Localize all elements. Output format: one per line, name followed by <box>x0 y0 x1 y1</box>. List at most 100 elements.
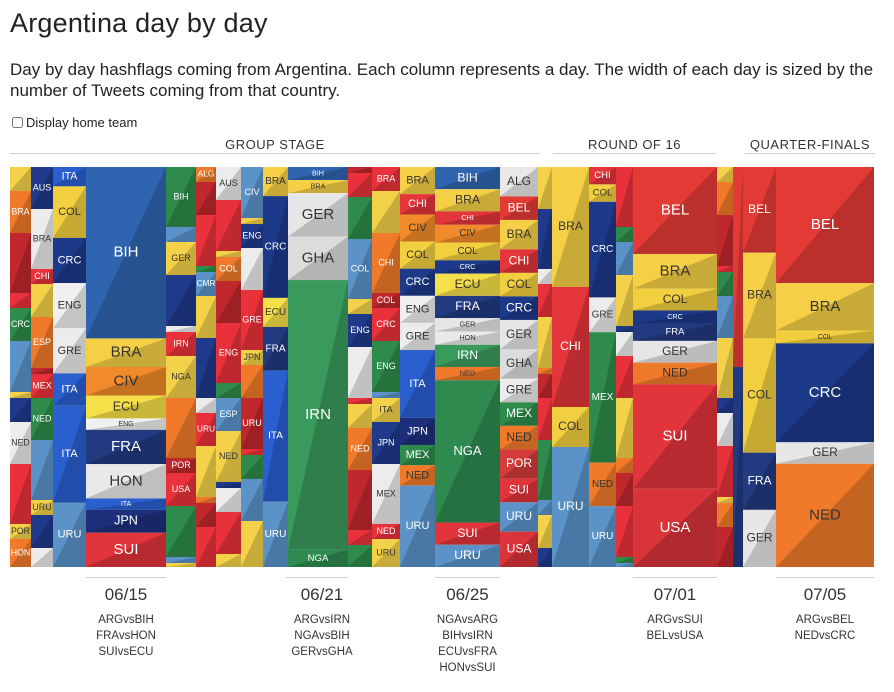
segment-label: COL <box>58 206 81 218</box>
match-label: ARGvsIRN <box>293 614 351 626</box>
match-label: BELvsUSA <box>646 630 704 642</box>
date-group-0625: 06/25 NGAvsARG BIHvsIRN ECUvsFRA HONvsSU… <box>430 585 505 676</box>
segment-label: BEL <box>661 201 689 218</box>
segment-label: POR <box>171 460 191 470</box>
match-label: ARGvsSUI <box>647 614 703 626</box>
match-label: ARGvsBIH <box>98 614 154 626</box>
segment-label: POR <box>11 526 30 536</box>
segment-label: NED <box>350 443 370 453</box>
date-divider <box>286 577 348 578</box>
date-group-0615: 06/15 ARGvsBIH FRAvsHON SUIvsECU <box>86 585 166 660</box>
segment-label: NED <box>506 430 532 444</box>
segment-label: CRC <box>11 319 31 329</box>
segment-label: ITA <box>409 378 426 390</box>
segment-label: GER <box>460 320 476 329</box>
segment-label: ITA <box>62 170 79 182</box>
segment-label: COL <box>593 188 613 199</box>
segment-label: GRE <box>242 314 262 324</box>
segment-label: MEX <box>506 406 532 420</box>
segment-label: BRA <box>11 206 29 216</box>
segment-label: COL <box>406 249 429 261</box>
segment-label: COL <box>377 295 396 305</box>
segment-label: ENG <box>118 421 133 428</box>
segment-label: BRA <box>111 344 142 361</box>
segment-label: CIV <box>244 187 259 197</box>
segment-label: BEL <box>811 216 839 233</box>
segment-label: CRC <box>809 384 842 401</box>
segment-label: CRC <box>667 313 683 321</box>
segment-label: COL <box>747 388 772 402</box>
segment-label: MEX <box>32 380 52 390</box>
segment-label: CHI <box>461 213 474 222</box>
segment-label: ECU <box>455 277 481 291</box>
segment-label: URU <box>506 509 532 523</box>
segment-label: BIH <box>457 170 477 184</box>
segment-label: BIH <box>312 169 324 177</box>
segment-label: GRE <box>58 345 82 357</box>
segment-label: BRA <box>660 262 691 279</box>
segment-label: CHI <box>34 271 50 281</box>
date-group-0705: 07/05 ARGvsBEL NEDvsCRC <box>776 585 874 644</box>
segment-label: URU <box>592 531 614 542</box>
segment-label: ENG <box>406 303 430 315</box>
segment-label: BRA <box>377 173 396 183</box>
segment-label: BRA <box>455 193 481 207</box>
segment-label: JPN <box>407 425 428 437</box>
segment-label: CRC <box>406 276 430 288</box>
segment-label: CRC <box>376 319 396 329</box>
segment-label: URU <box>32 502 52 512</box>
segment-label: HON <box>459 333 475 342</box>
segment-label: CRC <box>265 242 287 253</box>
segment-label: ALG <box>198 169 215 179</box>
segment-label: URU <box>454 548 480 562</box>
segment-label: GHA <box>506 356 532 370</box>
match-label: FRAvsHON <box>96 630 156 642</box>
segment-label: COL <box>818 333 833 341</box>
segment-label: IRN <box>457 348 478 362</box>
match-label: ARGvsBEL <box>795 614 855 626</box>
segment-label: SUI <box>509 483 529 497</box>
segment-label: URU <box>242 418 262 428</box>
segment-label: BRA <box>311 182 326 190</box>
segment-label: USA <box>507 542 532 556</box>
segment-label: ITA <box>268 431 283 442</box>
segment-label: FRA <box>748 473 772 487</box>
segment-label: BRA <box>507 227 532 241</box>
date-divider <box>86 577 166 578</box>
segment-label: COL <box>457 246 478 257</box>
segment-label: NGA <box>171 371 191 381</box>
match-label: HONvsSUI <box>439 662 496 674</box>
segment-label: FRA <box>266 343 286 354</box>
date-group-0621: 06/21 ARGvsIRN NGAvsBIH GERvsGHA <box>286 585 358 660</box>
segment-label: CHI <box>378 257 394 267</box>
segment-label: POR <box>506 456 532 470</box>
segment-label: URU <box>58 529 82 541</box>
segment-label: NED <box>376 526 396 536</box>
segment-label: FRA <box>455 299 480 313</box>
match-label: NGAvsARG <box>436 614 499 626</box>
segment-label: IRN <box>305 406 331 423</box>
segment-label: USA <box>660 519 691 536</box>
segment-label: BRA <box>747 288 772 302</box>
segment-label: BRA <box>33 233 52 243</box>
segment-label: ITA <box>61 448 78 460</box>
segment-label: BIH <box>113 244 138 261</box>
segment-label: CRC <box>58 254 82 266</box>
segment-label: FRA <box>111 438 141 455</box>
segment-label: BEL <box>508 200 531 214</box>
segment-label: FRA <box>665 327 685 338</box>
segment-label: COL <box>558 419 583 433</box>
segment-label: NED <box>219 451 239 461</box>
match-label: NEDvsCRC <box>794 630 856 642</box>
segment-label: ENG <box>242 230 262 240</box>
segment-label: CMR <box>196 278 215 288</box>
segment-label: AUS <box>219 178 238 188</box>
segment-label: ITA <box>379 404 392 414</box>
segment-label: BRA <box>558 219 583 233</box>
segment-label: GRE <box>406 330 430 342</box>
date-label: 06/21 <box>300 585 344 604</box>
segment-label: HON <box>109 472 142 489</box>
segment-label: ENG <box>350 325 370 335</box>
segment-label: CRC <box>592 244 614 255</box>
segment-label: BIH <box>173 191 188 201</box>
